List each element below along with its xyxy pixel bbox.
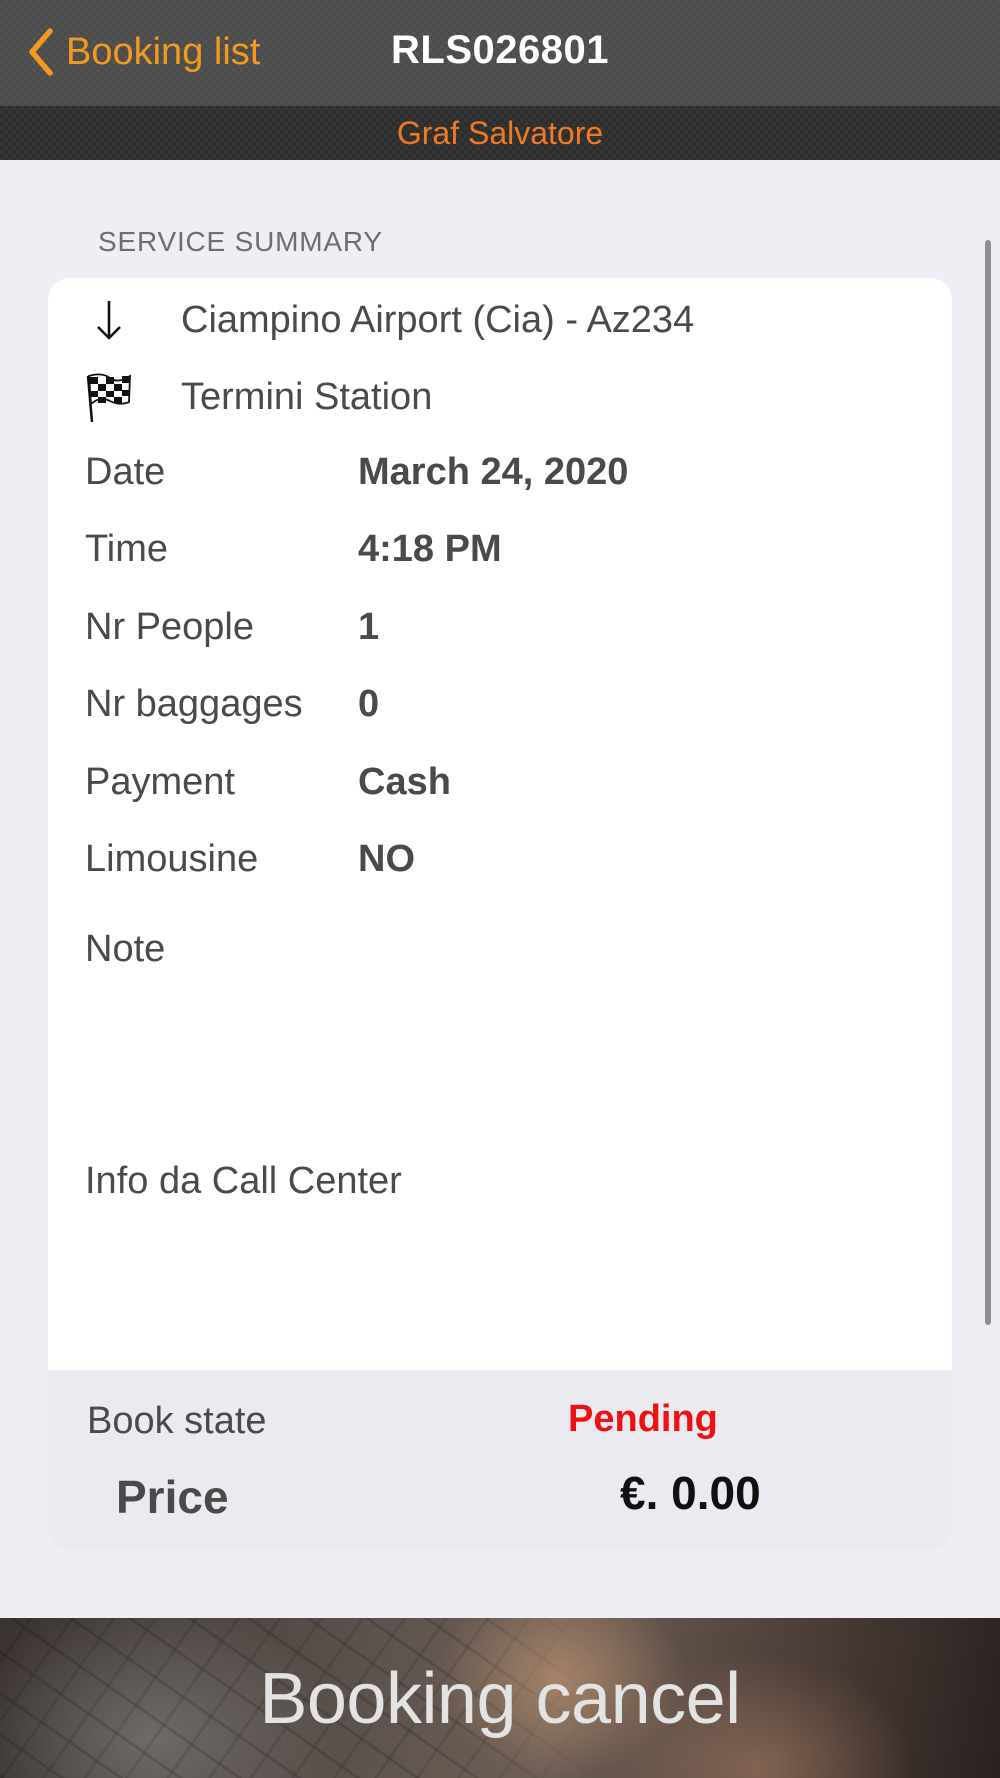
detail-label: Date <box>85 451 166 493</box>
detail-row-date: Date March 24, 2020 <box>48 443 952 503</box>
booking-cancel-button[interactable]: Booking cancel <box>0 1618 1000 1778</box>
customer-name-bar: Graf Salvatore <box>0 106 1000 160</box>
checkered-flag-icon <box>84 369 134 425</box>
note-label: Note <box>85 928 166 970</box>
booking-cancel-label: Booking cancel <box>259 1659 741 1739</box>
booking-code-title: RLS026801 <box>391 28 609 72</box>
detail-label: Nr People <box>85 606 254 648</box>
detail-value: 1 <box>358 606 380 648</box>
detail-row-time: Time 4:18 PM <box>48 520 952 580</box>
booking-state-panel: Book state Pending Price €. 0.00 <box>48 1370 952 1550</box>
detail-label: Payment <box>85 761 235 803</box>
detail-value: 0 <box>358 683 380 725</box>
detail-row-people: Nr People 1 <box>48 598 952 658</box>
pickup-location: Ciampino Airport (Cia) - Az234 <box>181 298 695 341</box>
detail-row-payment: Payment Cash <box>48 753 952 813</box>
arrow-down-icon <box>84 292 134 348</box>
detail-row-baggages: Nr baggages 0 <box>48 675 952 735</box>
book-state-label: Book state <box>87 1400 267 1442</box>
book-state-value: Pending <box>568 1398 718 1440</box>
destination-location: Termini Station <box>181 375 433 418</box>
detail-label: Nr baggages <box>85 683 303 725</box>
service-summary-card: Ciampino Airport (Cia) - Az234 Termini S… <box>48 278 952 1550</box>
price-label: Price <box>116 1471 229 1523</box>
destination-row: Termini Station <box>48 362 952 432</box>
scrollbar[interactable] <box>985 240 991 1325</box>
detail-row-limousine: Limousine NO <box>48 830 952 890</box>
section-header: SERVICE SUMMARY <box>98 226 383 257</box>
navigation-bar: Booking list RLS026801 <box>0 0 1000 106</box>
call-center-info-label: Info da Call Center <box>85 1160 402 1202</box>
detail-label: Time <box>85 528 169 570</box>
detail-value: March 24, 2020 <box>358 451 629 493</box>
detail-value: Cash <box>358 761 451 803</box>
detail-value: NO <box>358 838 415 880</box>
price-value: €. 0.00 <box>620 1467 761 1519</box>
detail-value: 4:18 PM <box>358 528 502 570</box>
detail-label: Limousine <box>85 838 259 880</box>
pickup-row: Ciampino Airport (Cia) - Az234 <box>48 285 952 355</box>
